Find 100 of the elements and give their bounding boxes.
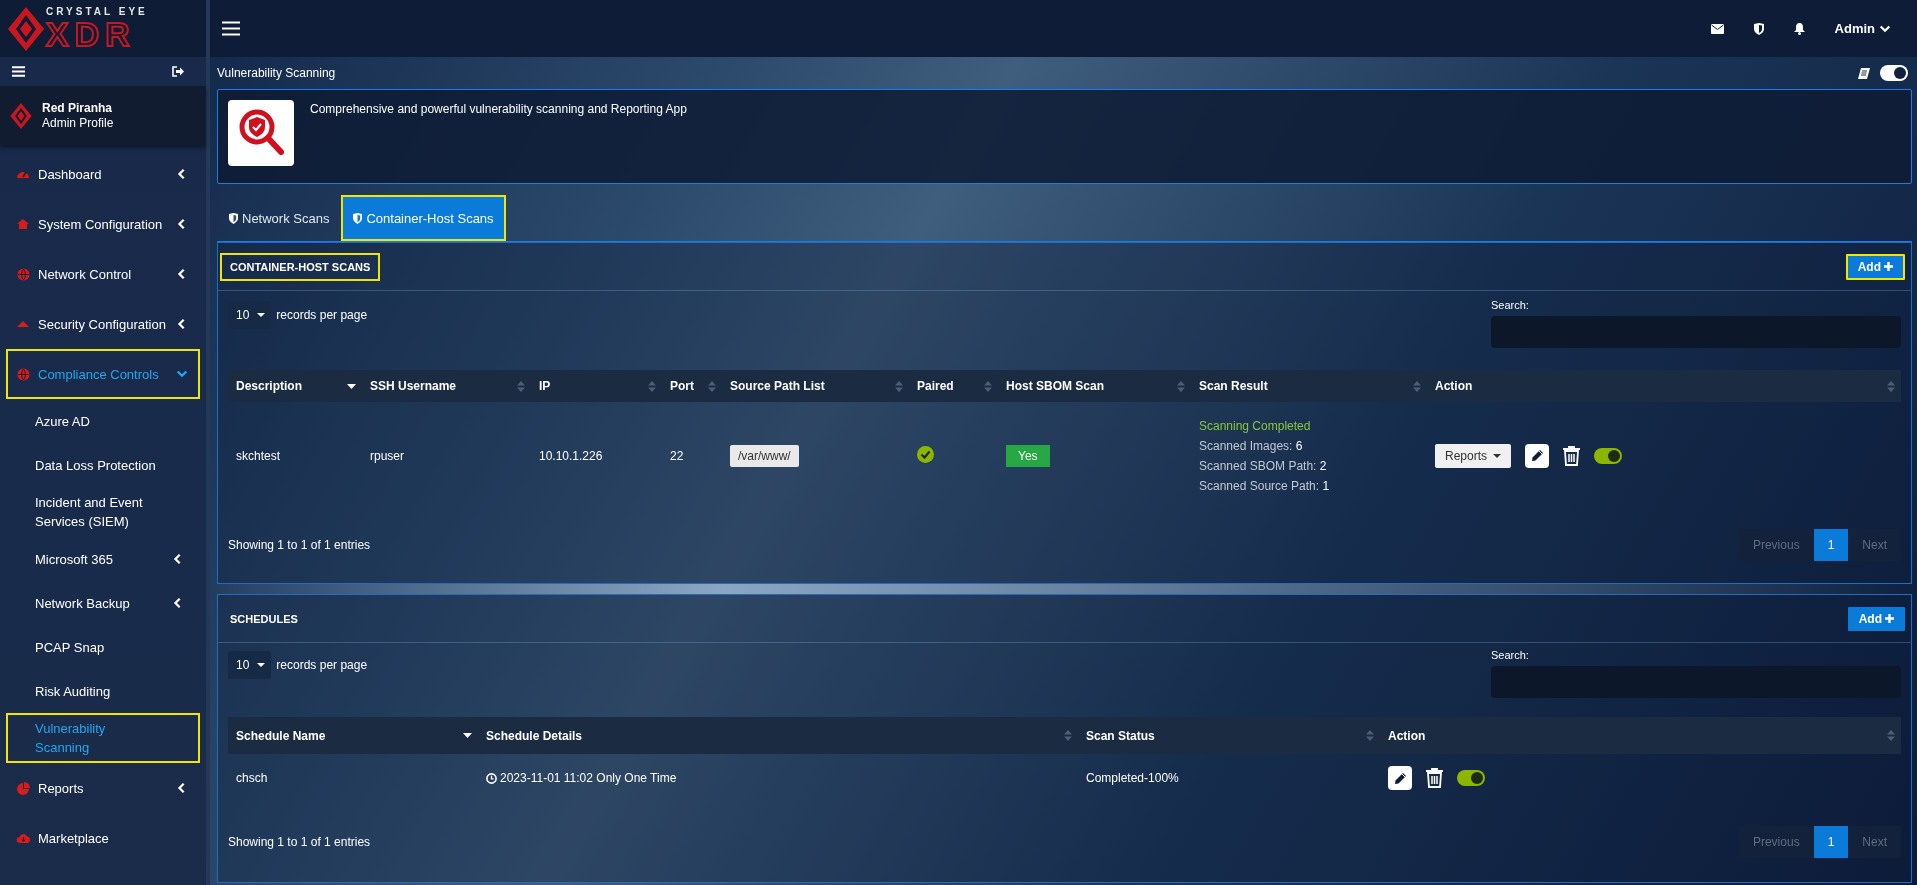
tab[interactable]: Network Scans	[217, 195, 342, 241]
sort-descending-icon[interactable]	[463, 733, 472, 738]
status-badge: Yes	[1006, 444, 1050, 467]
search-label: Search:	[1491, 649, 1529, 661]
entries-info: Showing 1 to 1 of 1 entries	[228, 538, 371, 552]
column-header[interactable]: Schedule Details	[478, 717, 1078, 754]
cloud-icon	[15, 832, 31, 844]
search-field[interactable]	[1491, 666, 1901, 698]
profile-role: Admin Profile	[42, 115, 114, 131]
panel-title: SCHEDULES	[229, 611, 299, 627]
sidebar-item[interactable]: Network Control	[6, 249, 200, 299]
diamond-logo-icon	[10, 102, 32, 129]
sidebar-item[interactable]: Security Configuration	[6, 299, 200, 349]
table-cell: chsch	[236, 771, 268, 785]
caret-icon	[257, 313, 266, 317]
brand-tagline: CRYSTAL EYE	[46, 6, 148, 17]
column-header[interactable]: IP	[531, 370, 662, 402]
column-header[interactable]: Action	[1427, 370, 1901, 402]
search-field[interactable]	[1491, 316, 1901, 348]
caret-icon	[1493, 453, 1502, 458]
shield-icon	[229, 212, 238, 224]
app-description: Comprehensive and powerful vulnerability scanning and Reporting App	[310, 101, 687, 118]
edit-button[interactable]	[1388, 766, 1412, 790]
column-header[interactable]: Description	[228, 370, 362, 402]
sidebar-item[interactable]: Vulnerability Scanning	[6, 713, 200, 763]
scan-count: Scanned Images: 6	[1199, 437, 1304, 455]
menu-icon[interactable]	[12, 66, 25, 77]
add-button[interactable]: Add	[1845, 253, 1905, 280]
table-cell: Completed-100%	[1086, 771, 1179, 785]
records-label: records per page	[276, 308, 368, 322]
sidebar-item[interactable]: Microsoft 365	[6, 537, 200, 581]
search-label: Search:	[1491, 299, 1529, 311]
sort-descending-icon[interactable]	[347, 383, 356, 389]
pencil-icon	[1393, 771, 1407, 785]
toggle-switch[interactable]	[1457, 770, 1485, 786]
globe-icon	[16, 367, 30, 381]
sidebar-item[interactable]: Incident and Event Services (SIEM)	[6, 487, 200, 537]
edit-button[interactable]	[1525, 443, 1550, 468]
table-cell: rpuser	[370, 448, 404, 463]
menu-icon[interactable]	[222, 21, 240, 36]
sidebar-item[interactable]: PCAP Snap	[6, 625, 200, 669]
sidebar-item[interactable]: Azure AD	[6, 399, 200, 443]
sidebar-item[interactable]: System Configuration	[6, 199, 200, 249]
page-length-select[interactable]: 10	[228, 301, 272, 329]
caret-icon	[257, 663, 266, 667]
column-header[interactable]: Scan Result	[1191, 370, 1427, 402]
path-tag: /var/www/	[730, 444, 799, 467]
pencil-icon	[1530, 449, 1544, 462]
user-menu[interactable]: Admin	[1834, 21, 1891, 36]
plus-icon	[1885, 614, 1894, 623]
triangle-icon	[16, 320, 30, 328]
sidebar-item[interactable]: Dashboard	[6, 149, 200, 199]
table-cell: 22	[670, 448, 684, 463]
table-cell: 10.10.1.226	[539, 448, 603, 463]
sidebar-item[interactable]: Reports	[6, 763, 200, 813]
book-icon[interactable]	[1858, 67, 1870, 79]
entries-info: Showing 1 to 1 of 1 entries	[228, 835, 371, 849]
envelope-icon[interactable]	[1710, 23, 1724, 34]
brand-name: XDR	[46, 16, 136, 51]
scan-count: Scanned Source Path: 1	[1199, 477, 1331, 495]
column-header[interactable]: Scan Status	[1078, 717, 1380, 754]
page-length-select[interactable]: 10	[228, 651, 272, 679]
app-logo-icon	[228, 100, 294, 166]
trash-icon[interactable]	[1563, 445, 1581, 466]
records-label: records per page	[276, 658, 368, 672]
scan-status: Scanning Completed	[1199, 417, 1312, 435]
pie-chart-icon	[16, 781, 30, 795]
column-header[interactable]: SSH Username	[362, 370, 531, 402]
sidebar-item[interactable]: Network Backup	[6, 581, 200, 625]
column-header[interactable]: Port	[662, 370, 722, 402]
tab[interactable]: Container-Host Scans	[341, 195, 506, 241]
scan-count: Scanned SBOM Path: 2	[1199, 457, 1328, 475]
diamond-logo-icon	[8, 6, 44, 51]
page-button[interactable]: 1	[1813, 529, 1849, 561]
column-header[interactable]: Host SBOM Scan	[998, 370, 1191, 402]
sign-out-icon[interactable]	[172, 66, 184, 77]
reports-dropdown[interactable]: Reports	[1435, 443, 1512, 468]
shield-icon[interactable]	[1753, 22, 1764, 35]
sidebar-item[interactable]: Risk Auditing	[6, 669, 200, 713]
house-icon	[16, 218, 30, 230]
column-header[interactable]: Schedule Name	[228, 717, 478, 754]
clock-icon	[486, 772, 497, 784]
column-header[interactable]: Paired	[909, 370, 998, 402]
table-cell: 2023-11-01 11:02 Only One Time	[500, 771, 677, 785]
sidebar-item[interactable]: Data Loss Protection	[6, 443, 200, 487]
page-button[interactable]: 1	[1813, 826, 1849, 858]
sidebar-item[interactable]: Marketplace	[6, 813, 200, 863]
shield-icon	[353, 212, 363, 224]
theme-toggle[interactable]	[1880, 65, 1908, 81]
toggle-switch[interactable]	[1594, 447, 1623, 464]
column-header[interactable]: Action	[1380, 717, 1901, 754]
sidebar-item[interactable]: Compliance Controls	[6, 349, 200, 399]
trash-icon[interactable]	[1426, 768, 1443, 788]
bell-icon[interactable]	[1793, 22, 1805, 35]
globe-icon	[16, 267, 30, 281]
column-header[interactable]: Source Path List	[722, 370, 909, 402]
panel-title: CONTAINER-HOST SCANS	[220, 252, 381, 281]
add-button[interactable]: Add	[1847, 606, 1905, 631]
profile-name: Red Piranha	[42, 100, 114, 116]
plus-icon	[1884, 262, 1893, 271]
